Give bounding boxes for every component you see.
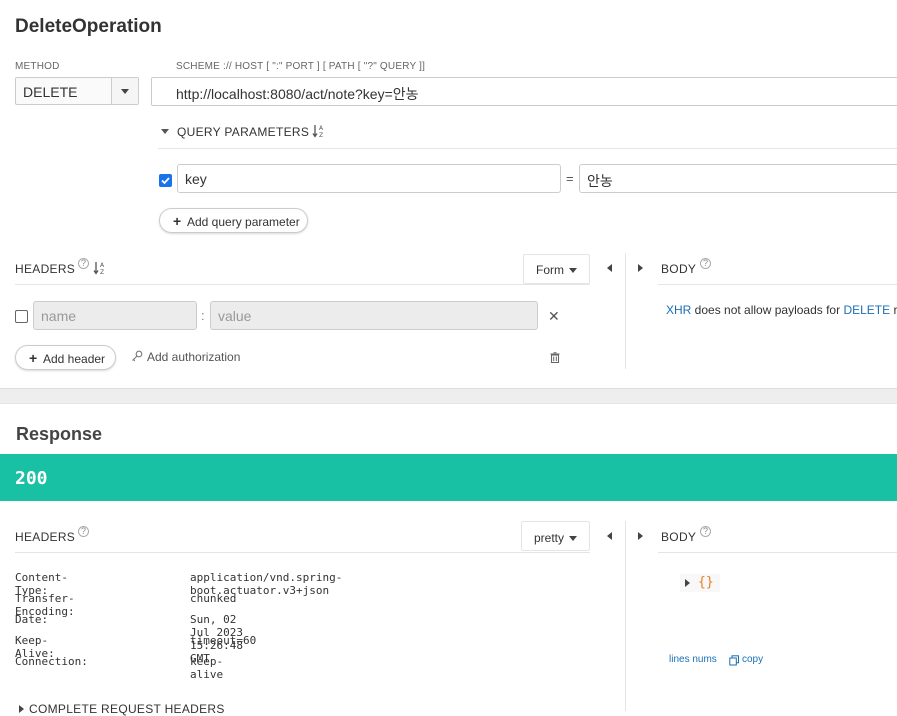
svg-text:Z: Z: [100, 269, 104, 275]
divider: [15, 552, 590, 553]
delete-link[interactable]: DELETE: [843, 303, 890, 317]
method-label: METHOD: [15, 61, 60, 72]
header-value: timeout=60: [190, 634, 257, 647]
header-name: Connection:: [15, 655, 88, 668]
copy-icon[interactable]: [729, 653, 740, 671]
question-mark-icon[interactable]: ?: [78, 526, 89, 537]
chevron-down-icon: [121, 89, 129, 94]
header-value-placeholder: value: [218, 308, 252, 324]
plus-icon: +: [29, 350, 38, 366]
headers-mode-dropdown[interactable]: Form: [523, 254, 590, 284]
header-value: chunked: [190, 592, 237, 605]
svg-text:Z: Z: [319, 132, 323, 138]
query-param-value-input[interactable]: 안농: [579, 164, 897, 193]
url-input[interactable]: http://localhost:8080/act/note?key=안농: [151, 77, 897, 106]
trash-icon[interactable]: [550, 350, 560, 368]
query-param-value: 안농: [587, 173, 613, 189]
header-value-input[interactable]: value: [210, 301, 538, 330]
response-headers-mode-dropdown[interactable]: pretty: [521, 521, 590, 551]
headers-mode-value: Form: [536, 263, 564, 277]
collapse-left-icon[interactable]: [607, 264, 612, 272]
section-separator: [0, 388, 897, 404]
add-authorization-link[interactable]: Add authorization: [147, 350, 240, 364]
chevron-down-icon[interactable]: [161, 129, 169, 134]
request-headers-label: HEADERS: [15, 262, 76, 276]
question-mark-icon[interactable]: ?: [700, 258, 711, 269]
json-preview: {}: [698, 575, 714, 590]
panel-divider: [625, 253, 626, 369]
body-message: XHR does not allow payloads for DELETE r: [666, 303, 897, 317]
sort-icon[interactable]: AZ: [93, 261, 105, 280]
divider: [658, 552, 897, 553]
header-separator: :: [201, 308, 205, 323]
header-name-input[interactable]: name: [33, 301, 197, 330]
url-value: http://localhost:8080/act/note?key=안농: [176, 86, 419, 102]
method-value: DELETE: [23, 84, 78, 100]
collapse-left-icon[interactable]: [607, 532, 612, 540]
add-query-parameter-label: Add query parameter: [187, 215, 300, 229]
response-title: Response: [16, 424, 103, 444]
equals-sign: =: [566, 171, 574, 186]
svg-text:A: A: [319, 125, 324, 132]
method-select[interactable]: DELETE: [15, 77, 139, 105]
body-message-middle: does not allow payloads for: [691, 303, 844, 317]
body-message-tail: r: [890, 303, 897, 317]
header-value: keep-alive: [190, 655, 224, 681]
expand-complete-request-headers-icon[interactable]: [19, 705, 24, 713]
chevron-down-icon: [569, 268, 577, 273]
request-title: DeleteOperation: [15, 16, 162, 37]
response-body-label: BODY: [661, 530, 697, 544]
header-row-checkbox[interactable]: [15, 310, 28, 323]
query-param-key: key: [185, 171, 207, 187]
close-icon[interactable]: ✕: [548, 308, 560, 325]
url-label: SCHEME :// HOST [ ":" PORT ] [ PATH [ "?…: [176, 61, 426, 72]
question-mark-icon[interactable]: ?: [700, 526, 711, 537]
query-param-key-input[interactable]: key: [177, 164, 561, 193]
add-header-label: Add header: [43, 352, 106, 366]
chevron-down-icon: [569, 536, 577, 541]
header-name-placeholder: name: [41, 308, 77, 324]
expand-right-icon[interactable]: [638, 264, 643, 272]
plus-icon: +: [173, 213, 182, 229]
expand-right-icon[interactable]: [638, 532, 643, 540]
divider: [15, 284, 590, 285]
complete-request-headers-toggle[interactable]: COMPLETE REQUEST HEADERS: [29, 702, 225, 716]
request-body-label: BODY: [661, 262, 697, 276]
svg-text:A: A: [100, 262, 105, 269]
copy-button[interactable]: copy: [742, 654, 763, 665]
method-dropdown-toggle[interactable]: [111, 78, 138, 104]
query-parameters-toggle[interactable]: QUERY PARAMETERS: [177, 125, 309, 139]
divider: [658, 284, 897, 285]
query-param-checkbox[interactable]: [159, 174, 172, 187]
question-mark-icon[interactable]: ?: [78, 258, 89, 269]
response-headers-mode-value: pretty: [534, 531, 565, 545]
header-name: Date:: [15, 613, 49, 626]
lines-nums-toggle[interactable]: lines nums: [669, 654, 717, 665]
response-headers-label: HEADERS: [15, 530, 76, 544]
divider: [158, 148, 897, 149]
key-icon: [131, 349, 143, 367]
xhr-link[interactable]: XHR: [666, 303, 691, 317]
add-header-button[interactable]: + Add header: [15, 345, 116, 370]
sort-icon[interactable]: AZ: [312, 124, 324, 143]
status-bar: 200: [0, 454, 897, 501]
expand-json-icon[interactable]: [685, 579, 690, 587]
status-code: 200: [15, 468, 48, 489]
add-query-parameter-button[interactable]: + Add query parameter: [159, 208, 308, 233]
panel-divider: [625, 521, 626, 711]
